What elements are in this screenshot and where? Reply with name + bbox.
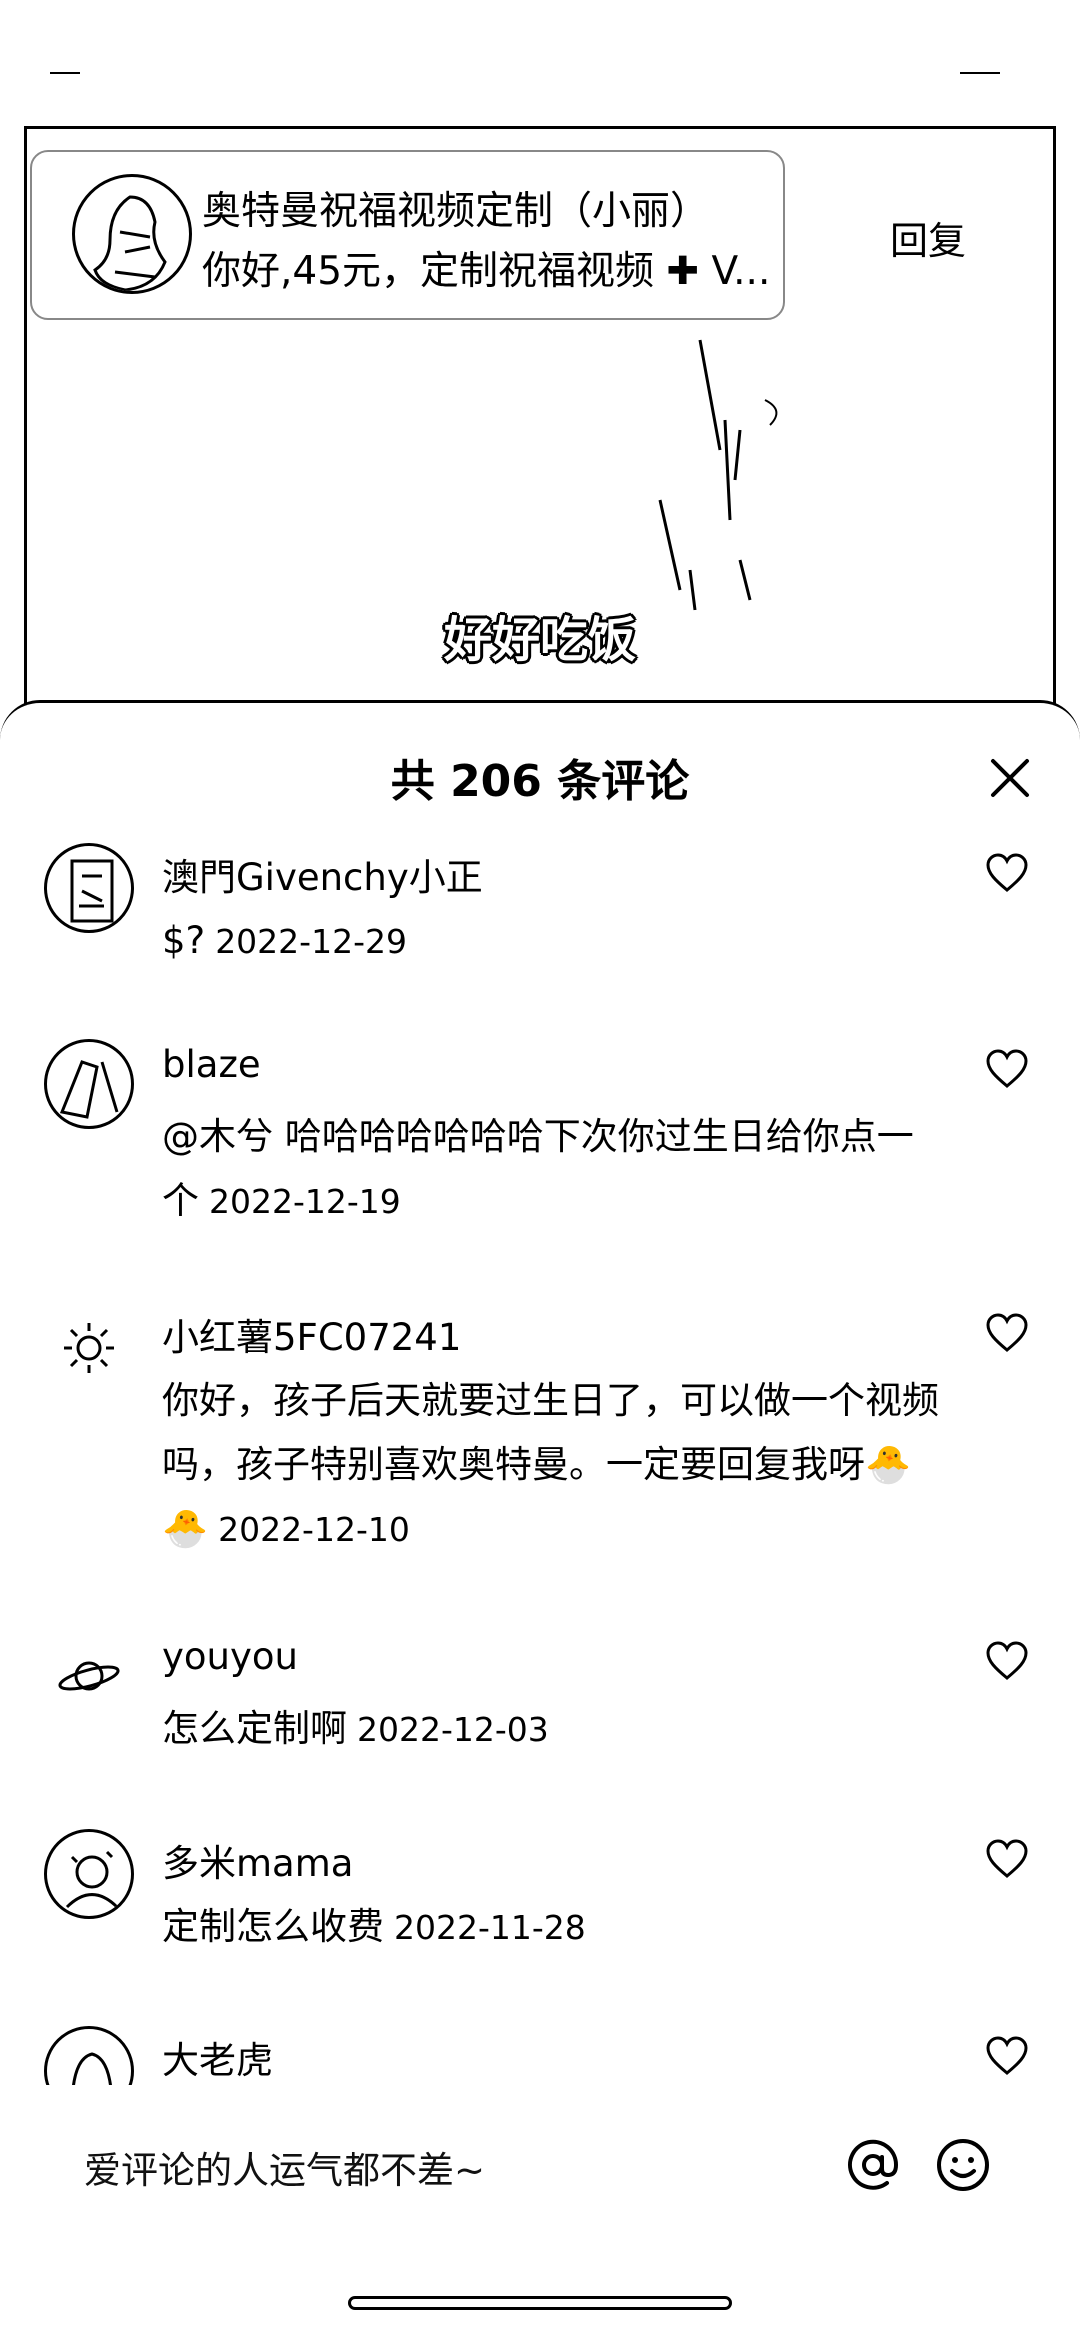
- heart-icon[interactable]: [985, 1313, 1029, 1353]
- comment-author[interactable]: 澳門Givenchy小正: [162, 847, 483, 901]
- close-icon[interactable]: [985, 753, 1035, 803]
- comment-author[interactable]: 多米mama: [162, 1833, 353, 1887]
- avatar[interactable]: [44, 2026, 134, 2088]
- comment-date: 2022-11-28: [394, 1908, 586, 1947]
- comment-date: 2022-12-10: [218, 1510, 410, 1549]
- avatar[interactable]: [44, 843, 134, 933]
- pinned-title: 奥特曼祝福视频定制（小丽）: [202, 189, 710, 234]
- comment-input-bar[interactable]: 爱评论的人运气都不差~: [0, 2085, 1080, 2245]
- sun-icon: [64, 1323, 114, 1373]
- comment-text: 你好，孩子后天就要过生日了，可以做一个视频吗，孩子特别喜欢奥特曼。一定要回复我呀…: [162, 1379, 939, 1550]
- comment-author[interactable]: blaze: [162, 1043, 261, 1086]
- comment-author[interactable]: 大老虎: [162, 2030, 273, 2084]
- heart-icon[interactable]: [985, 1839, 1029, 1879]
- comment-date: 2022-12-29: [215, 922, 407, 961]
- avatar[interactable]: [44, 1829, 134, 1919]
- pinned-avatar: [72, 174, 192, 294]
- comment-list[interactable]: 澳門Givenchy小正 $? 2022-12-29 blaze @木兮 哈哈哈哈…: [0, 843, 1080, 2088]
- comment-text: $? 2022-12-29: [162, 919, 407, 962]
- comment-count-title: 共 206 条评论: [390, 756, 690, 807]
- planet-icon: [58, 1661, 120, 1691]
- heart-icon[interactable]: [985, 853, 1029, 893]
- comment-input[interactable]: 爱评论的人运气都不差~: [84, 2140, 485, 2194]
- heart-icon[interactable]: [985, 2036, 1029, 2076]
- avatar[interactable]: [44, 1631, 134, 1721]
- reply-button[interactable]: 回复: [890, 210, 966, 265]
- video-subtitle: 好好吃饭: [443, 612, 636, 668]
- comment-text: 怎么定制啊 2022-12-03: [162, 1707, 549, 1750]
- avatar[interactable]: [44, 1303, 134, 1393]
- avatar[interactable]: [44, 1039, 134, 1129]
- comment-date: 2022-12-03: [357, 1710, 549, 1749]
- emoji-icon[interactable]: [933, 2135, 993, 2195]
- heart-icon[interactable]: [985, 1641, 1029, 1681]
- comment-author[interactable]: youyou: [162, 1635, 298, 1678]
- home-indicator[interactable]: [348, 2296, 732, 2310]
- video-area[interactable]: 奥特曼祝福视频定制（小丽） 你好,45元，定制祝福视频 ✚ V... 回复 好好…: [0, 0, 1080, 760]
- heart-icon[interactable]: [985, 1049, 1029, 1089]
- pinned-comment-card[interactable]: 奥特曼祝福视频定制（小丽） 你好,45元，定制祝福视频 ✚ V...: [30, 150, 785, 320]
- video-line-art: [658, 339, 778, 611]
- at-icon[interactable]: [843, 2135, 903, 2195]
- pinned-message: 你好,45元，定制祝福视频 ✚ V...: [202, 249, 771, 294]
- comment-date: 2022-12-19: [209, 1182, 401, 1221]
- comment-text: @木兮 哈哈哈哈哈哈哈下次你过生日给你点一个 2022-12-19: [162, 1115, 914, 1222]
- comment-author[interactable]: 小红薯5FC07241: [162, 1307, 461, 1361]
- comment-text: 定制怎么收费 2022-11-28: [162, 1905, 586, 1948]
